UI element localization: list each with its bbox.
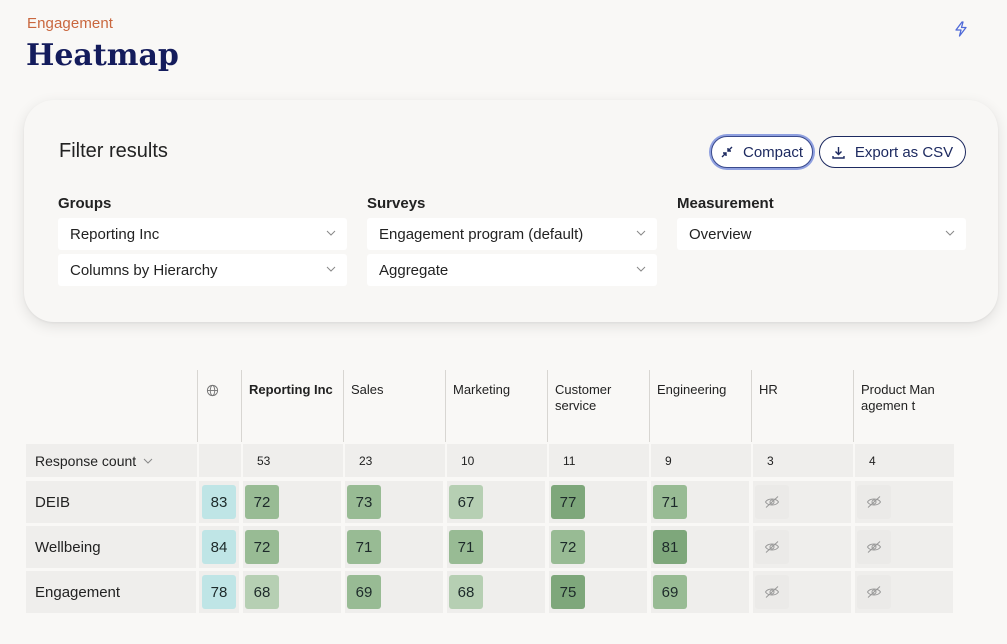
response-count-value: 3 bbox=[767, 454, 774, 468]
row-label: Engagement bbox=[26, 571, 196, 613]
column-separator bbox=[853, 444, 855, 477]
column-separator bbox=[649, 444, 651, 477]
response-count-value: 10 bbox=[461, 454, 475, 468]
column-label: Customer service bbox=[555, 382, 612, 413]
column-header-sales[interactable]: Sales bbox=[343, 370, 445, 442]
heatmap-score[interactable]: 69 bbox=[653, 575, 687, 609]
measurement-value: Overview bbox=[689, 225, 752, 243]
globe-icon bbox=[206, 384, 219, 397]
groups-label: Groups bbox=[58, 195, 112, 212]
heatmap-score[interactable]: 71 bbox=[347, 530, 381, 564]
heatmap-score[interactable]: 72 bbox=[551, 530, 585, 564]
eye-off-icon bbox=[755, 575, 789, 609]
export-csv-button[interactable]: Export as CSV bbox=[819, 136, 966, 168]
eye-off-icon bbox=[857, 530, 891, 564]
response-count-value: 9 bbox=[665, 454, 672, 468]
heatmap-score[interactable]: 68 bbox=[245, 575, 279, 609]
breadcrumb[interactable]: Engagement bbox=[27, 15, 113, 32]
compact-label: Compact bbox=[742, 143, 804, 161]
page-title: Heatmap bbox=[26, 38, 179, 73]
column-label: Reporting Inc bbox=[249, 382, 333, 397]
response-count-value: 4 bbox=[869, 454, 876, 468]
chevron-down-icon bbox=[636, 266, 646, 272]
benchmark-score[interactable]: 78 bbox=[202, 575, 236, 609]
chevron-down-icon bbox=[945, 230, 955, 236]
column-separator bbox=[547, 444, 549, 477]
column-label: Product Managemen t bbox=[861, 382, 935, 413]
column-separator bbox=[751, 444, 753, 477]
column-header-engineering[interactable]: Engineering bbox=[649, 370, 751, 442]
heatmap-score[interactable]: 73 bbox=[347, 485, 381, 519]
heatmap-score[interactable]: 68 bbox=[449, 575, 483, 609]
heatmap-score[interactable]: 71 bbox=[449, 530, 483, 564]
response-count-label: Response count bbox=[35, 452, 137, 469]
survey-select[interactable]: Engagement program (default) bbox=[367, 218, 657, 250]
eye-off-icon bbox=[857, 575, 891, 609]
column-separator bbox=[445, 444, 447, 477]
response-count-header[interactable]: Response count bbox=[26, 444, 196, 477]
column-separator bbox=[343, 444, 345, 477]
survey-value: Engagement program (default) bbox=[379, 225, 584, 243]
column-separator bbox=[197, 444, 199, 477]
row-label: Wellbeing bbox=[26, 526, 196, 568]
column-header-marketing[interactable]: Marketing bbox=[445, 370, 547, 442]
export-label: Export as CSV bbox=[854, 143, 954, 161]
benchmark-score[interactable]: 83 bbox=[202, 485, 236, 519]
column-header-product-management[interactable]: Product Managemen t bbox=[853, 370, 955, 442]
response-count-value: 23 bbox=[359, 454, 373, 468]
row-label: DEIB bbox=[26, 481, 196, 523]
column-label: Marketing bbox=[453, 382, 511, 397]
chevron-down-icon bbox=[326, 230, 336, 236]
response-count-value: 11 bbox=[563, 454, 576, 468]
aggregate-select[interactable]: Aggregate bbox=[367, 254, 657, 286]
heatmap-score[interactable]: 69 bbox=[347, 575, 381, 609]
heatmap-score[interactable]: 71 bbox=[653, 485, 687, 519]
filter-title: Filter results bbox=[59, 140, 168, 162]
column-label: Sales bbox=[351, 382, 384, 397]
column-header-hr[interactable]: HR bbox=[751, 370, 853, 442]
benchmark-column-header bbox=[197, 370, 241, 442]
column-label: HR bbox=[759, 382, 778, 397]
groups-value: Reporting Inc bbox=[70, 225, 160, 243]
heatmap-score[interactable]: 77 bbox=[551, 485, 585, 519]
eye-off-icon bbox=[755, 530, 789, 564]
heatmap-score[interactable]: 81 bbox=[653, 530, 687, 564]
heatmap-score[interactable]: 67 bbox=[449, 485, 483, 519]
measurement-select[interactable]: Overview bbox=[677, 218, 966, 250]
chevron-down-icon bbox=[326, 266, 336, 272]
heatmap-score[interactable]: 75 bbox=[551, 575, 585, 609]
column-label: Engineering bbox=[657, 382, 727, 397]
download-icon bbox=[832, 146, 845, 159]
groups-select[interactable]: Reporting Inc bbox=[58, 218, 347, 250]
column-header-customer-service[interactable]: Customer service bbox=[547, 370, 649, 442]
columns-select[interactable]: Columns by Hierarchy bbox=[58, 254, 347, 286]
heatmap-score[interactable]: 72 bbox=[245, 530, 279, 564]
heatmap-score[interactable]: 72 bbox=[245, 485, 279, 519]
chevron-down-icon bbox=[143, 458, 153, 464]
compact-button[interactable]: Compact bbox=[711, 136, 813, 168]
collapse-icon bbox=[721, 146, 733, 158]
chevron-down-icon bbox=[636, 230, 646, 236]
eye-off-icon bbox=[755, 485, 789, 519]
bolt-icon[interactable] bbox=[954, 21, 972, 39]
columns-value: Columns by Hierarchy bbox=[70, 261, 218, 279]
aggregate-value: Aggregate bbox=[379, 261, 449, 279]
benchmark-score[interactable]: 84 bbox=[202, 530, 236, 564]
eye-off-icon bbox=[857, 485, 891, 519]
surveys-label: Surveys bbox=[367, 195, 426, 212]
filter-card: Filter results Compact Export as CSV Gro… bbox=[24, 100, 998, 322]
column-separator bbox=[241, 444, 243, 477]
measurement-label: Measurement bbox=[677, 195, 774, 212]
column-header-reporting-inc[interactable]: Reporting Inc bbox=[241, 370, 343, 442]
response-count-value: 53 bbox=[257, 454, 271, 468]
